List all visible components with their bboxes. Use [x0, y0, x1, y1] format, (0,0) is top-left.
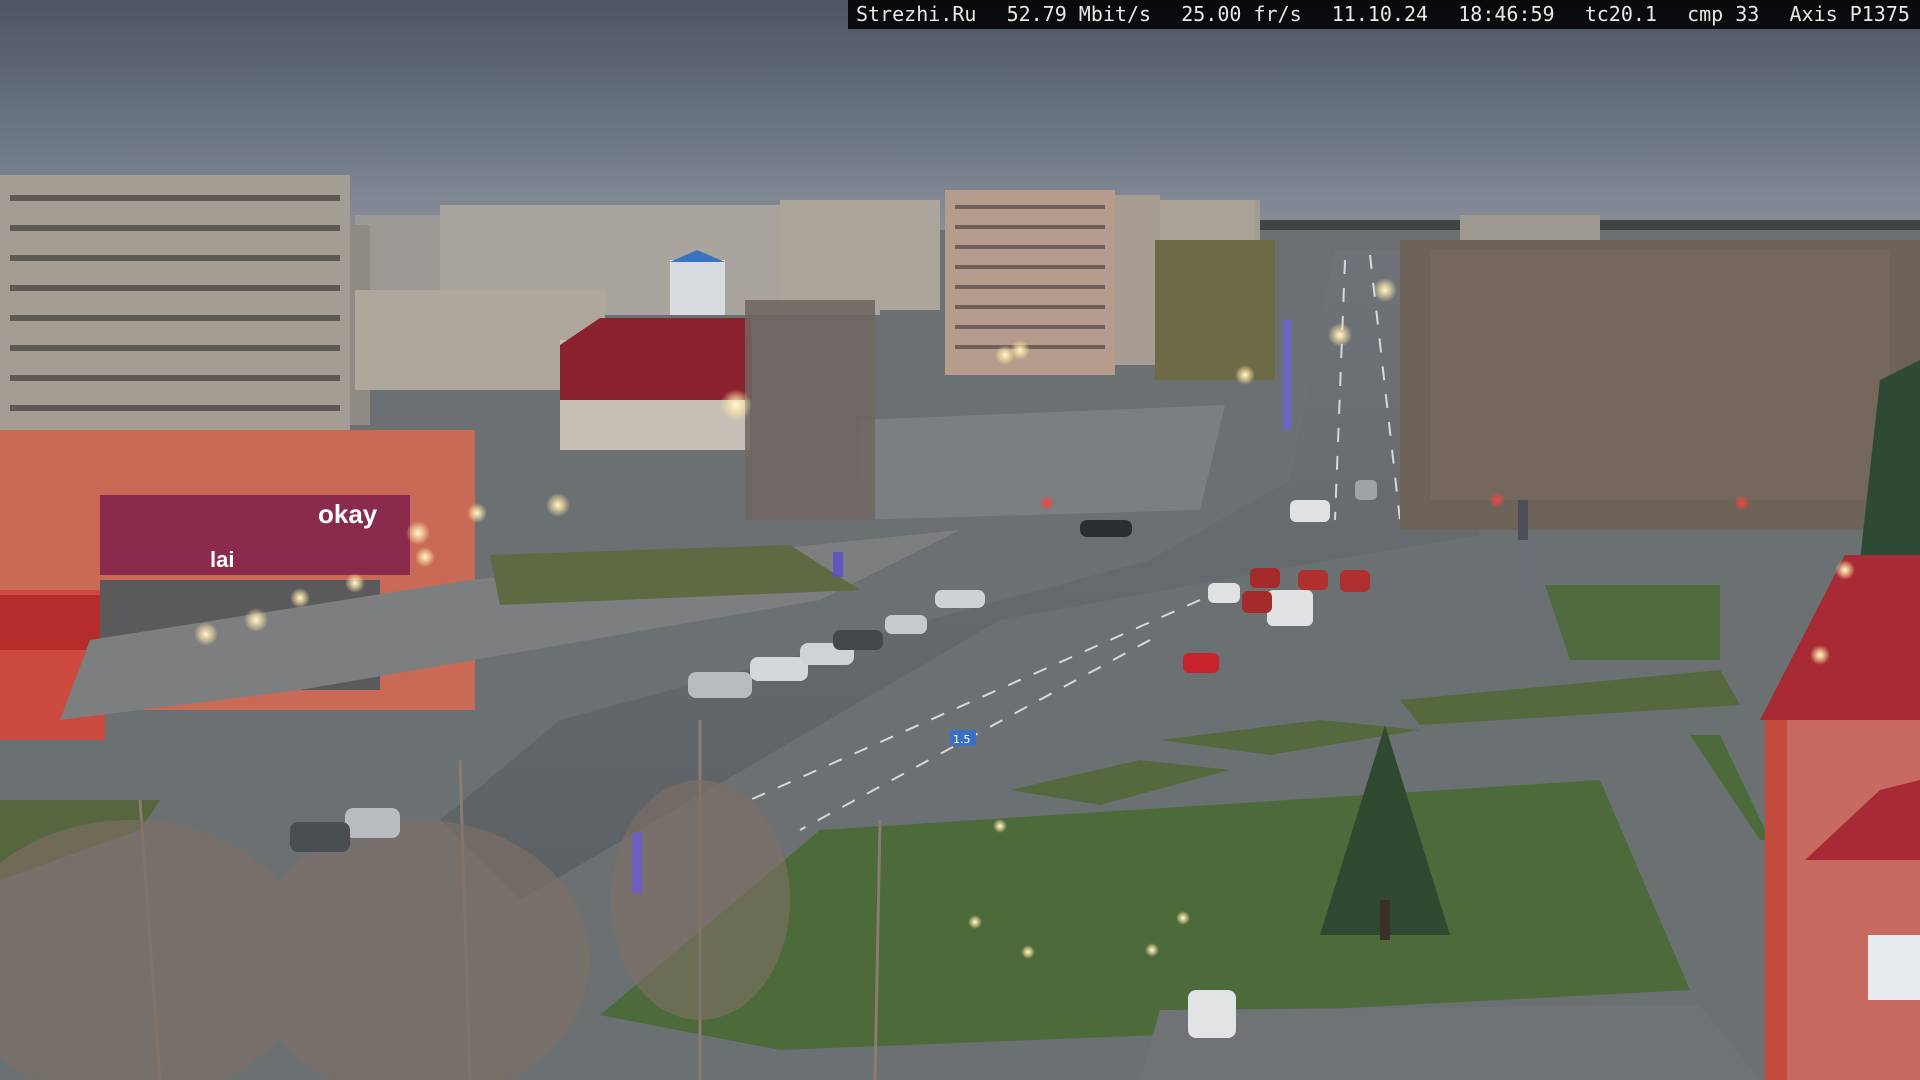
overlay-date: 11.10.24 [1331, 2, 1429, 26]
overlay-camera-model: Axis P1375 [1789, 2, 1910, 26]
overlay-framerate: 25.00 fr/s [1181, 2, 1302, 26]
overlay-site: Strezhi.Ru [856, 2, 977, 26]
overlay-bitrate: 52.79 Mbit/s [1006, 2, 1152, 26]
store-sign-small: lai [210, 547, 234, 572]
webcam-scene: okay lai 1.5 [0, 0, 1920, 1080]
road-sign-text: 1.5 [953, 733, 971, 746]
webcam-frame: okay lai 1.5 Strezhi.Ru 52.79 Mbit/s 25.… [0, 0, 1920, 1080]
overlay-cmp: cmp 33 [1687, 2, 1760, 26]
overlay-time: 18:46:59 [1458, 2, 1555, 26]
store-sign: okay [318, 499, 378, 529]
overlay-tc: tc20.1 [1584, 2, 1657, 26]
camera-info-overlay: Strezhi.Ru 52.79 Mbit/s 25.00 fr/s 11.10… [848, 0, 1920, 29]
right-grove [1400, 240, 1920, 560]
